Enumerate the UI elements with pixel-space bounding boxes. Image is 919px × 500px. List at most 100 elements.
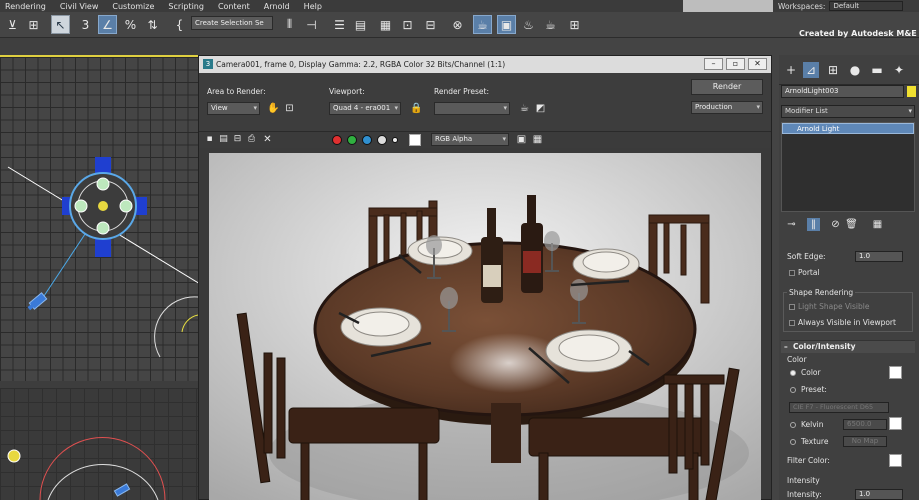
show-end-result-icon[interactable]: ‖	[807, 218, 820, 231]
object-color-swatch[interactable]	[907, 86, 916, 97]
texture-radio[interactable]	[790, 439, 796, 445]
viewport-dropdown[interactable]: Quad 4 - era001	[329, 102, 401, 115]
configure-sets-icon[interactable]: ▦	[871, 218, 884, 231]
image-info-icon[interactable]: ▦	[531, 133, 544, 146]
make-unique-icon[interactable]: ⊘	[829, 218, 842, 231]
env-effects-icon[interactable]: ◩	[534, 102, 547, 115]
selection-set-dropdown[interactable]: Create Selection Se	[191, 16, 273, 30]
utilities-tab-icon[interactable]: ✦	[891, 62, 907, 78]
lock-icon[interactable]: 🔒	[410, 102, 423, 115]
camera-gizmo	[27, 292, 48, 311]
dot-green[interactable]	[347, 135, 357, 145]
stack-item-arnold-light[interactable]: Arnold Light	[782, 123, 914, 134]
minimize-button[interactable]: –	[704, 58, 723, 70]
object-name-field[interactable]: ArnoldLight003	[781, 85, 904, 98]
menu-customize[interactable]: Customize	[107, 2, 163, 11]
menu-scripting[interactable]: Scripting	[163, 2, 213, 11]
texture-map-button[interactable]: No Map	[843, 436, 887, 447]
menu-rendering[interactable]: Rendering	[0, 2, 55, 11]
render-setup-small-icon[interactable]: ☕	[518, 102, 531, 115]
production-dropdown[interactable]: Production	[691, 101, 763, 114]
layer-manager-icon[interactable]: ☰	[330, 15, 349, 34]
display-toggle-icon[interactable]: ▣	[515, 133, 528, 146]
create-tab-icon[interactable]: +	[783, 62, 799, 78]
kelvin-spinner[interactable]: 6500.0	[843, 419, 887, 430]
remove-modifier-icon[interactable]: 🗑	[845, 218, 858, 231]
dot-blue[interactable]	[362, 135, 372, 145]
dot-alpha[interactable]	[377, 135, 387, 145]
menu-arnold[interactable]: Arnold	[259, 2, 299, 11]
preset-dropdown[interactable]: CIE F7 - Fluorescent D65	[789, 402, 889, 413]
material-editor-icon[interactable]: ⊗	[448, 15, 467, 34]
channel-dropdown[interactable]: RGB Alpha	[431, 133, 509, 146]
menu-civil-view[interactable]: Civil View	[55, 2, 108, 11]
snap-3d-icon[interactable]: 3	[76, 15, 95, 34]
color-intensity-rollout[interactable]: Color/Intensity	[781, 340, 915, 353]
modify-tab-icon[interactable]: ⊿	[803, 62, 819, 78]
motion-tab-icon[interactable]: ●	[847, 62, 863, 78]
print-icon[interactable]: ⎙	[245, 133, 258, 146]
viewport-label: Viewport:	[329, 87, 365, 96]
preset-radio[interactable]	[790, 387, 796, 393]
portal-label: Portal	[798, 268, 820, 277]
menu-search-area[interactable]	[683, 0, 773, 12]
kelvin-label: Kelvin	[801, 420, 824, 429]
plate-marker	[96, 177, 110, 191]
bottom-viewport-scene	[7, 437, 166, 500]
align-icon[interactable]: ⊣	[302, 15, 321, 34]
top-viewport[interactable]	[0, 55, 200, 381]
copy-image-icon[interactable]: ▤	[217, 133, 230, 146]
unlink-icon[interactable]: ⊞	[24, 15, 43, 34]
clone-frame-icon[interactable]: ⊟	[231, 133, 244, 146]
render-preset-dropdown[interactable]	[434, 102, 510, 115]
menu-help[interactable]: Help	[299, 2, 331, 11]
area-to-render-dropdown[interactable]: View	[207, 102, 260, 115]
color-radio[interactable]	[790, 370, 796, 376]
clear-icon[interactable]: ✕	[261, 133, 274, 146]
render-production-icon[interactable]: ♨	[519, 15, 538, 34]
edit-region-icon[interactable]: ✋	[267, 102, 280, 115]
rendered-frame-icon[interactable]: ▣	[497, 15, 516, 34]
mirror-icon[interactable]: ⫴	[280, 15, 299, 34]
angle-snap-icon[interactable]: ∠	[98, 15, 117, 34]
soft-edge-spinner[interactable]: 1.0	[855, 251, 903, 262]
named-selection-icon[interactable]: {	[170, 15, 189, 34]
color-swatch-white[interactable]	[889, 366, 902, 379]
render-iterative-icon[interactable]: ⊞	[565, 15, 584, 34]
modifier-stack[interactable]: Arnold Light	[781, 122, 915, 212]
color-swatch-box[interactable]	[409, 134, 421, 146]
percent-snap-icon[interactable]: %	[121, 15, 140, 34]
portal-checkbox[interactable]	[789, 270, 795, 276]
render-setup-icon[interactable]: ☕	[473, 15, 492, 34]
workspaces-select[interactable]: Default	[829, 1, 904, 11]
scene-explorer-icon[interactable]: ▤	[351, 15, 370, 34]
auto-region-icon[interactable]: ⊡	[283, 102, 296, 115]
kelvin-color-box[interactable]	[889, 417, 902, 430]
graphite-icon[interactable]: ▦	[376, 15, 395, 34]
light-shape-visible-checkbox[interactable]	[789, 304, 795, 310]
filter-color-swatch[interactable]	[889, 454, 902, 467]
maximize-button[interactable]: ▫	[726, 58, 745, 70]
dot-mono[interactable]	[392, 137, 398, 143]
kelvin-radio[interactable]	[790, 422, 796, 428]
save-image-icon[interactable]: ▪	[203, 133, 216, 146]
curve-editor-icon[interactable]: ⊡	[398, 15, 417, 34]
menu-content[interactable]: Content	[213, 2, 259, 11]
select-icon[interactable]: ↖	[51, 15, 70, 34]
hierarchy-tab-icon[interactable]: ⊞	[825, 62, 841, 78]
bottom-viewport[interactable]	[0, 388, 200, 500]
close-button[interactable]: ✕	[748, 58, 767, 70]
display-tab-icon[interactable]: ▬	[869, 62, 885, 78]
schematic-view-icon[interactable]: ⊟	[421, 15, 440, 34]
render-button[interactable]: Render	[691, 79, 763, 95]
spinner-snap-icon[interactable]: ⇅	[143, 15, 162, 34]
link-icon[interactable]: ⊻	[3, 15, 22, 34]
teapot-icon[interactable]: ☕	[541, 15, 560, 34]
workspaces: Workspaces: Default	[778, 0, 904, 12]
pin-stack-icon[interactable]: ⊸	[785, 218, 798, 231]
camera-gizmo-small	[113, 483, 131, 497]
always-visible-checkbox[interactable]	[789, 320, 795, 326]
dot-red[interactable]	[332, 135, 342, 145]
intensity-spinner[interactable]: 1.0	[855, 489, 903, 500]
modifier-list-dropdown[interactable]: Modifier List	[781, 105, 915, 118]
